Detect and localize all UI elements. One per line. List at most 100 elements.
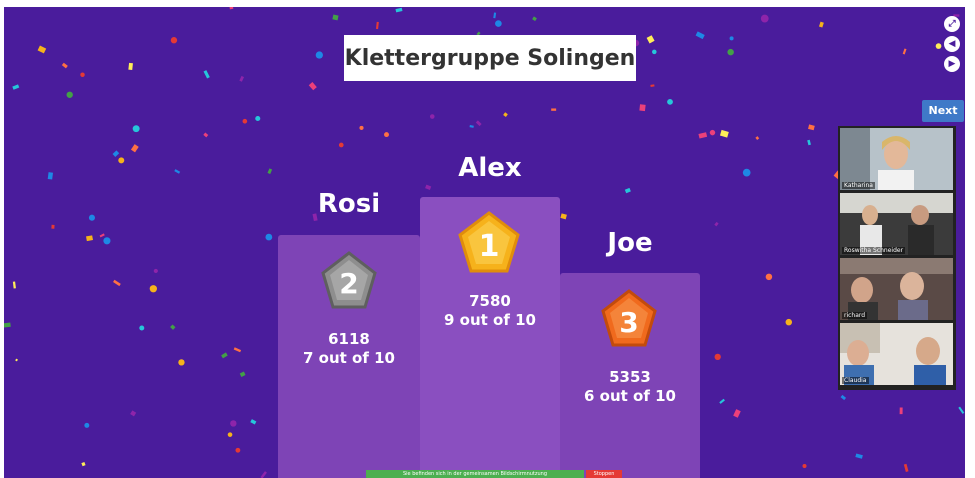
next-button[interactable]: Next — [922, 100, 964, 122]
confetti-piece — [495, 20, 502, 27]
participant-name: Claudia — [842, 377, 869, 384]
confetti-piece — [51, 224, 55, 229]
confetti-piece — [903, 463, 909, 473]
participant-video — [840, 323, 953, 385]
confetti-piece — [375, 21, 379, 30]
confetti-piece — [652, 49, 657, 55]
confetti-piece — [840, 394, 847, 401]
confetti-piece — [130, 410, 137, 417]
confetti-piece — [807, 139, 811, 146]
confetti-piece — [733, 409, 741, 418]
confetti-piece — [221, 352, 228, 359]
confetti-piece — [84, 422, 90, 428]
confetti-piece — [66, 91, 73, 98]
confetti-piece — [130, 144, 139, 153]
confetti-piece — [4, 322, 11, 328]
confetti-piece — [149, 285, 157, 293]
confetti-piece — [242, 118, 248, 124]
confetti-piece — [802, 464, 807, 469]
confetti-piece — [112, 150, 120, 157]
participant-video — [840, 193, 953, 255]
score-second-points: 6118 — [328, 330, 370, 348]
video-panel: Katharina Roswitha Schneider richard Cla… — [838, 126, 956, 390]
confetti-piece — [818, 21, 824, 28]
confetti-piece — [709, 129, 716, 136]
bronze-badge-icon: 3 — [601, 289, 657, 347]
confetti-piece — [646, 35, 655, 44]
score-second: 6118 7 out of 10 — [278, 330, 420, 368]
stop-share-button[interactable]: Stoppen — [586, 470, 622, 478]
confetti-piece — [61, 62, 68, 69]
confetti-piece — [113, 279, 121, 287]
confetti-piece — [714, 353, 721, 361]
volume-icon[interactable]: ◀ — [944, 36, 960, 52]
fullscreen-icon[interactable]: ⤢ — [944, 16, 960, 32]
video-tile[interactable]: Roswitha Schneider — [840, 193, 953, 255]
participant-name: Roswitha Schneider — [842, 247, 906, 254]
quiz-title-text: Klettergruppe Solingen — [344, 45, 636, 71]
confetti-piece — [742, 168, 751, 177]
confetti-piece — [902, 48, 907, 55]
quiz-title: Klettergruppe Solingen — [344, 35, 636, 81]
confetti-piece — [503, 112, 508, 117]
score-second-correct: 7 out of 10 — [303, 349, 395, 367]
confetti-piece — [12, 281, 16, 289]
confetti-piece — [760, 14, 769, 23]
confetti-piece — [532, 16, 537, 22]
svg-text:3: 3 — [619, 306, 638, 339]
confetti-piece — [338, 142, 344, 148]
video-tile[interactable]: Katharina — [840, 128, 953, 190]
confetti-piece — [551, 108, 557, 111]
confetti-piece — [255, 115, 261, 122]
confetti-piece — [714, 221, 719, 227]
confetti-piece — [935, 43, 942, 49]
gold-badge-icon: 1 — [458, 211, 520, 273]
score-third-correct: 6 out of 10 — [584, 387, 676, 405]
screen-share-bar: Sie befinden sich in der gemeinsamen Bil… — [366, 470, 584, 478]
svg-text:2: 2 — [339, 267, 358, 300]
score-third: 5353 6 out of 10 — [560, 368, 700, 406]
participant-video — [840, 128, 953, 190]
confetti-piece — [178, 359, 185, 366]
confetti-piece — [727, 48, 734, 56]
confetti-piece — [395, 7, 403, 13]
confetti-piece — [47, 172, 53, 180]
confetti-piece — [170, 37, 178, 44]
confetti-piece — [267, 168, 273, 175]
score-first-correct: 9 out of 10 — [444, 311, 536, 329]
confetti-piece — [12, 84, 20, 90]
confetti-piece — [174, 169, 181, 174]
confetti-piece — [229, 7, 234, 10]
confetti-piece — [203, 132, 209, 138]
confetti-piece — [239, 371, 246, 377]
confetti-piece — [469, 125, 474, 128]
video-tile[interactable]: Claudia — [840, 323, 953, 385]
confetti-piece — [233, 347, 242, 353]
confetti-piece — [230, 420, 237, 427]
podium-name-third: Joe — [607, 228, 653, 258]
confetti-piece — [719, 398, 725, 404]
confetti-piece — [808, 124, 815, 131]
participant-name: Katharina — [842, 182, 875, 189]
confetti-piece — [37, 45, 47, 54]
confetti-piece — [765, 273, 773, 281]
confetti-piece — [139, 325, 145, 331]
confetti-piece — [493, 12, 497, 19]
confetti-piece — [719, 129, 729, 138]
confetti-piece — [899, 407, 903, 415]
participant-video — [840, 258, 953, 320]
confetti-piece — [425, 184, 432, 190]
confetti-piece — [80, 72, 85, 77]
confetti-piece — [86, 235, 93, 242]
confetti-piece — [855, 453, 863, 459]
svg-text:1: 1 — [479, 229, 500, 264]
podium-name-second: Rosi — [317, 189, 381, 219]
score-first-points: 7580 — [469, 292, 511, 310]
confetti-piece — [103, 237, 111, 245]
confetti-piece — [265, 233, 273, 241]
confetti-piece — [667, 98, 673, 105]
confetti-piece — [429, 114, 435, 119]
video-tile[interactable]: richard — [840, 258, 953, 320]
confetti-piece — [239, 75, 245, 82]
skip-icon[interactable]: ▶ — [944, 56, 960, 72]
